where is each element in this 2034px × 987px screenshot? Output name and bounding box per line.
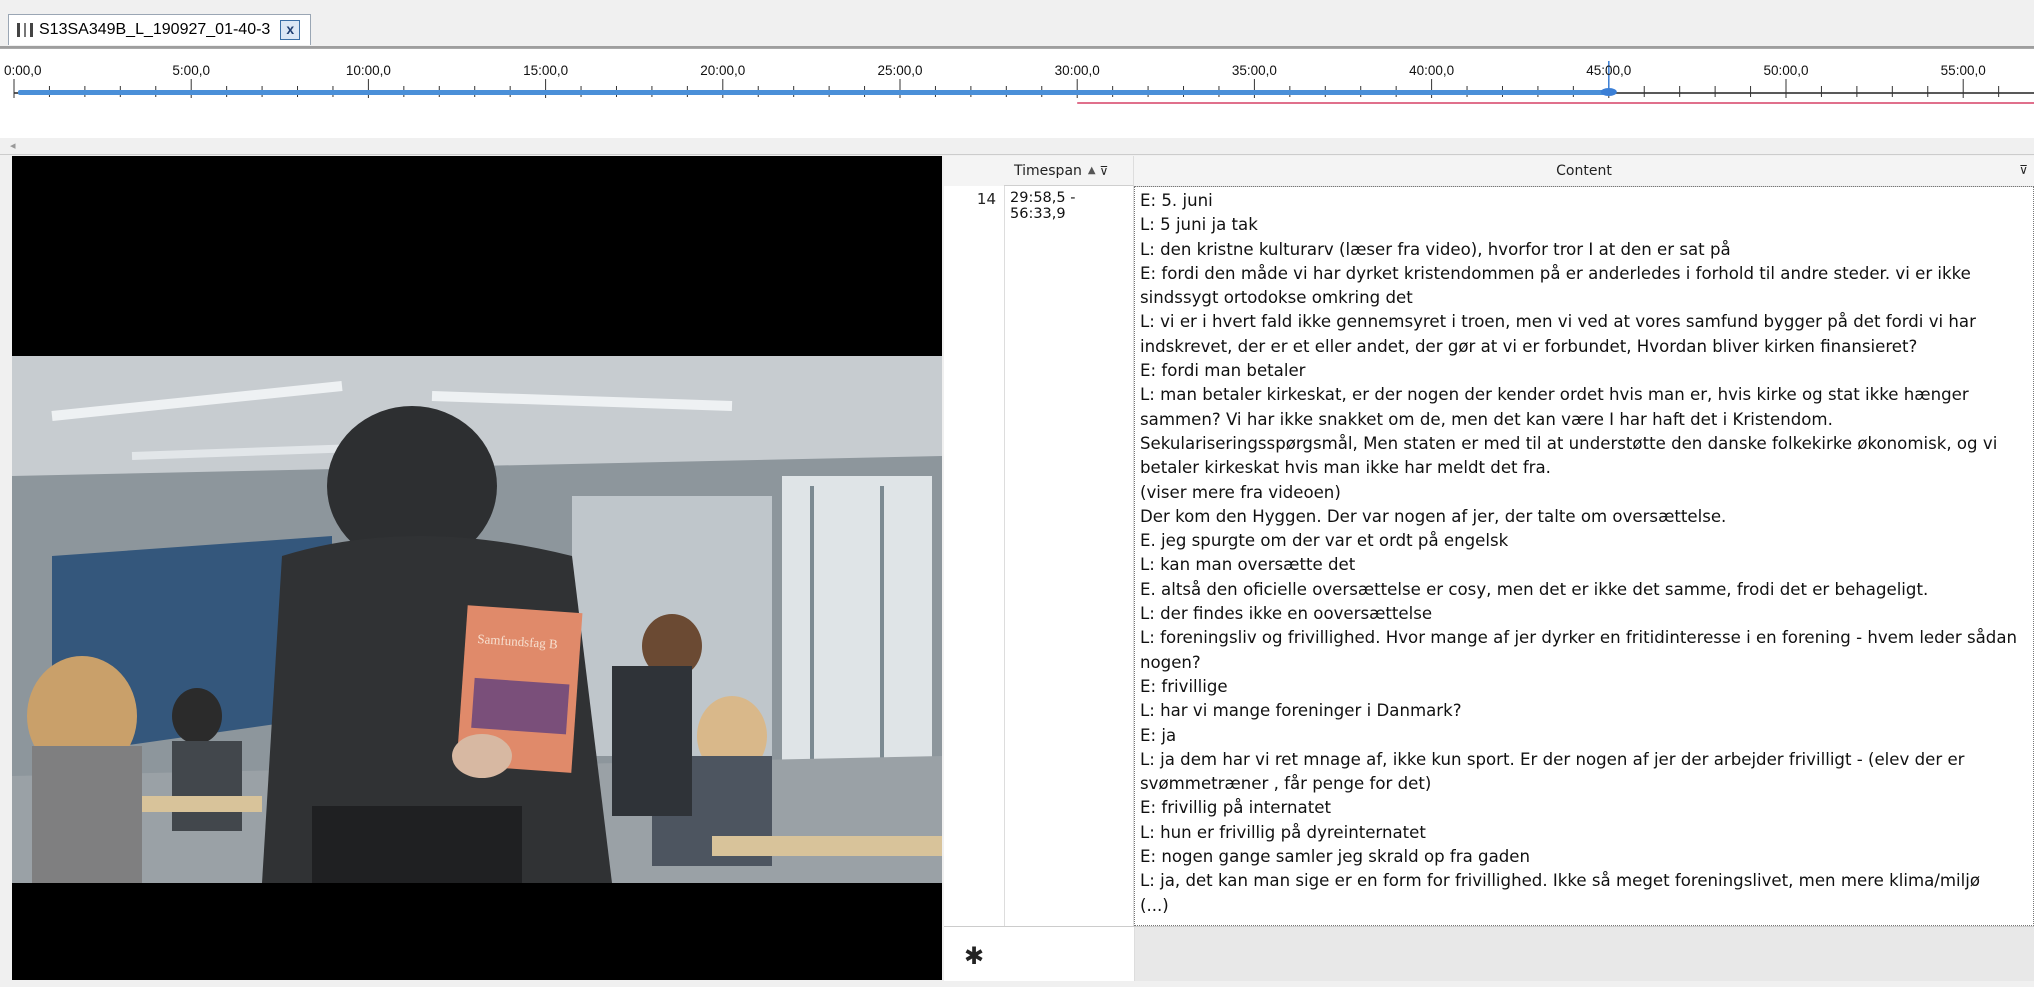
- close-icon[interactable]: x: [280, 20, 301, 40]
- column-label-content: Content: [1556, 163, 1612, 179]
- transcript-line: (...): [1140, 895, 1169, 915]
- transcript-grid: Timespan ▲ ⊽ Content ⊽ 14 29:58,5 - 56:3…: [944, 156, 2034, 981]
- transcript-line: svømmetræner , får penge for det): [1140, 774, 1432, 794]
- row-header-corner: [944, 156, 1005, 187]
- transcript-line: sammen? Vi har ikke snakket om de, men d…: [1140, 409, 1833, 429]
- timeline-tick-label: 25:00,0: [877, 63, 922, 78]
- transcript-line: L: man betaler kirkeskat, er der nogen d…: [1140, 385, 1969, 405]
- timeline-tick-label: 35:00,0: [1232, 63, 1277, 78]
- timeline-tick-label: 5:00,0: [172, 63, 210, 78]
- video-frame: Samfundsfag B: [12, 356, 942, 883]
- timeline-tick-label: 20:00,0: [700, 63, 745, 78]
- timeline-tick-label: 15:00,0: [523, 63, 568, 78]
- timeline-tick-label: 10:00,0: [346, 63, 391, 78]
- transcript-line: sindssygt ortodokse omkring det: [1140, 288, 1413, 308]
- scroll-left-icon[interactable]: ◂: [10, 139, 16, 152]
- filter-icon[interactable]: ⊽: [1100, 164, 1109, 178]
- transcript-line: E. altså den oficielle oversættelse er c…: [1140, 579, 1929, 599]
- transcript-line: nogen?: [1140, 652, 1201, 672]
- timeline-ruler[interactable]: 0:00,0 5:00,0 10:00,0 15:00,0 20:00,0 25:00,0…: [0, 49, 2034, 139]
- transcript-line: (viser mere fra videoen): [1140, 482, 1341, 502]
- transcript-line: E: frivillige: [1140, 676, 1228, 696]
- transcript-line: Der kom den Hyggen. Der var nogen af jer…: [1140, 506, 1727, 526]
- transcript-line: L: den kristne kulturarv (læser fra vide…: [1140, 239, 1731, 259]
- transcript-line: E: nogen gange samler jeg skrald op fra …: [1140, 847, 1531, 867]
- column-header-content[interactable]: Content ⊽: [1134, 156, 2034, 187]
- timeline-tick-label: 40:00,0: [1409, 63, 1454, 78]
- video-file-icon: [17, 23, 35, 37]
- transcript-line: L: foreningsliv og frivillighed. Hvor ma…: [1140, 628, 2018, 648]
- transcript-line: indskrevet, der er et eller andet, der g…: [1140, 336, 1918, 356]
- transcript-line: E: fordi man betaler: [1140, 361, 1306, 381]
- transcript-line: L: har vi mange foreninger i Danmark?: [1140, 701, 1462, 721]
- timespan-cell[interactable]: 29:58,5 - 56:33,9: [1004, 186, 1134, 926]
- transcript-line: L: vi er i hvert fald ikke gennemsyret i…: [1140, 312, 1976, 332]
- transcript-line: L: ja dem har vi ret mnage af, ikke kun …: [1140, 749, 1965, 769]
- sort-ascending-icon[interactable]: ▲: [1088, 165, 1096, 176]
- transcript-line: E: frivillig på internatet: [1140, 798, 1331, 818]
- timeline-tick-label: 50:00,0: [1763, 63, 1808, 78]
- new-row-icon: ✱: [944, 927, 1005, 981]
- timeline-tick-label: 0:00,0: [4, 63, 42, 78]
- transcript-line: L: 5 juni ja tak: [1140, 215, 1258, 235]
- column-label-timespan: Timespan: [1014, 162, 1082, 179]
- timeline-playhead-knob: [1600, 88, 1617, 96]
- transcript-line: E. jeg spurgte om der var et ordt på eng…: [1140, 531, 1509, 551]
- row-number: 14: [976, 190, 996, 208]
- transcript-line: E: ja: [1140, 725, 1177, 745]
- tab-title: S13SA349B_L_190927_01-40-3: [39, 21, 271, 38]
- timeline-tick-label: 55:00,0: [1941, 63, 1986, 78]
- transcript-line: Sekulariseringsspørgsmål, Men staten er …: [1140, 433, 1998, 453]
- transcript-line: L: hun er frivillig på dyreinternatet: [1140, 822, 1426, 842]
- row-header[interactable]: 14: [944, 186, 1005, 926]
- column-header-timespan[interactable]: Timespan ▲ ⊽: [1004, 156, 1134, 186]
- video-player[interactable]: Samfundsfag B: [12, 156, 942, 980]
- new-row[interactable]: ✱: [944, 926, 2034, 981]
- content-cell[interactable]: E: 5. juni L: 5 juni ja tak L: den kristne…: [1134, 186, 2034, 926]
- transcript-line: L: der findes ikke en ooversættelse: [1140, 604, 1433, 624]
- filter-icon-content[interactable]: ⊽: [2019, 163, 2028, 177]
- timeline-played-bar: [18, 90, 1609, 95]
- transcript-line: L: kan man oversætte det: [1140, 555, 1356, 575]
- transcript-line: E: fordi den måde vi har dyrket kristend…: [1140, 263, 1971, 283]
- tab-recording[interactable]: S13SA349B_L_190927_01-40-3 x: [8, 14, 312, 45]
- transcript-line: L: ja, det kan man sige er en form for f…: [1140, 871, 1981, 891]
- timeline-tick-label: 30:00,0: [1055, 63, 1100, 78]
- timeline[interactable]: 0:00,0 5:00,0 10:00,0 15:00,0 20:00,0 25:00,0…: [0, 48, 2034, 140]
- new-row-timespan-cell[interactable]: [1004, 927, 1135, 981]
- transcript-line: betaler kirkeskat hvis man ikke har meld…: [1140, 458, 1551, 478]
- tab-bar: S13SA349B_L_190927_01-40-3 x: [0, 0, 2034, 48]
- horizontal-scrollbar[interactable]: ◂: [0, 138, 2034, 155]
- timeline-tick-label: 45:00,0: [1586, 63, 1631, 78]
- transcript-line: E: 5. juni: [1140, 191, 1213, 210]
